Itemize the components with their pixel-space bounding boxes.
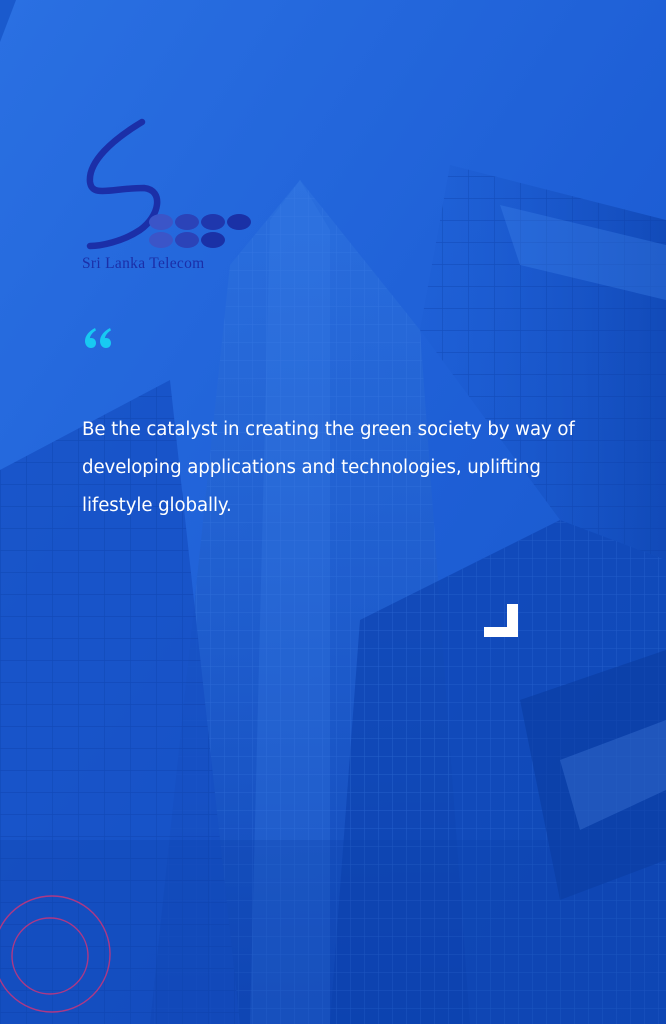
mission-quote-text: Be the catalyst in creating the green so…: [82, 419, 575, 516]
slt-logo-icon: [86, 118, 251, 250]
brand-name: Sri Lanka Telecom: [82, 255, 205, 272]
quote-open-icon: [84, 326, 112, 350]
brand-logo: Sri Lanka Telecom: [82, 118, 256, 278]
quote-corner-icon: [484, 604, 518, 637]
decorative-circles-icon: [0, 890, 120, 1024]
